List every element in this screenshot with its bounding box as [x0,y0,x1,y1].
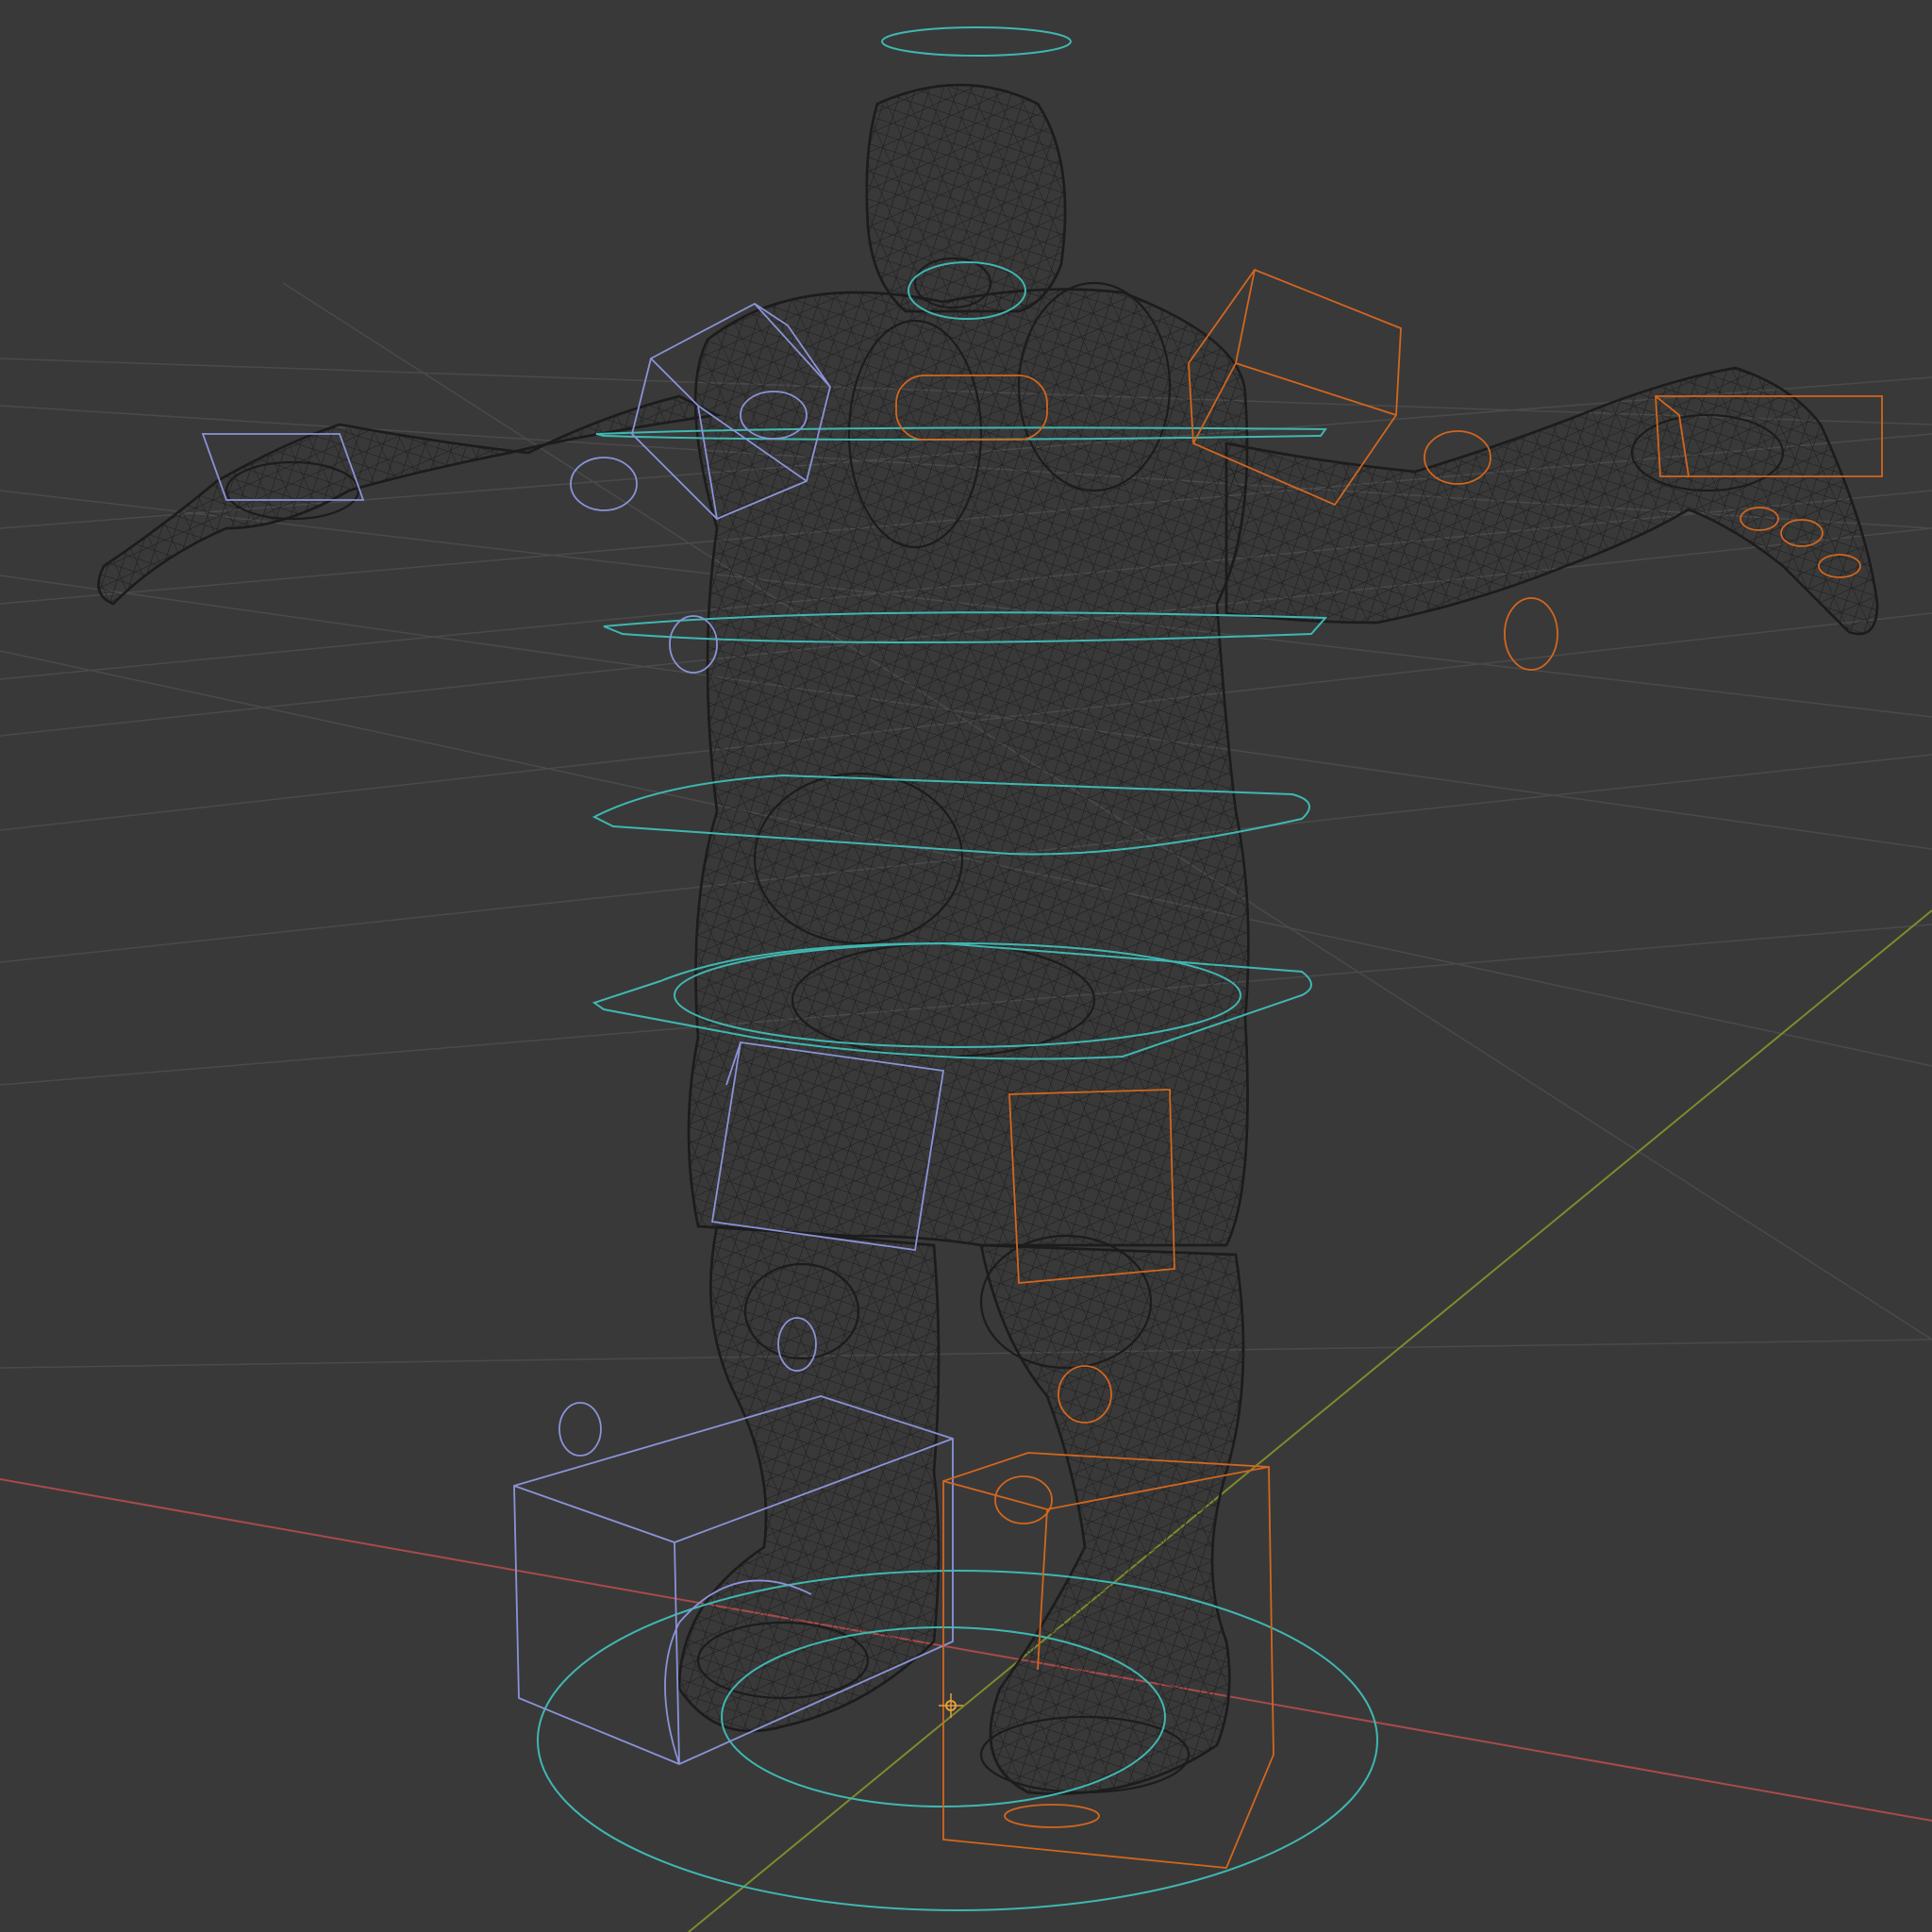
x-axis-line [0,1478,1932,1822]
viewport-canvas[interactable] [0,0,1932,1932]
right-elbow-ring[interactable] [1504,597,1558,671]
3d-cursor-origin[interactable] [939,1693,963,1718]
mesh-torso-overlay [687,288,1250,1247]
mesh-left-leg-overlay [677,1224,941,1733]
left-shoulder-ring[interactable] [570,457,638,511]
mesh-left-arm-overlay [97,394,722,606]
grid-line [0,1339,1932,1369]
mesh-right-leg-overlay [979,1243,1245,1795]
character-mesh[interactable] [97,83,1879,1795]
head-ring[interactable] [881,26,1072,57]
root-ring[interactable] [537,1570,1378,1911]
left-ankle-ring[interactable] [558,1402,602,1457]
right-ankle-ring[interactable] [994,1475,1053,1524]
right-heel-ring[interactable] [1004,1804,1100,1828]
mesh-right-arm-overlay [1224,366,1879,636]
3d-viewport[interactable] [0,0,1932,1932]
mesh-head-overlay [865,83,1067,313]
